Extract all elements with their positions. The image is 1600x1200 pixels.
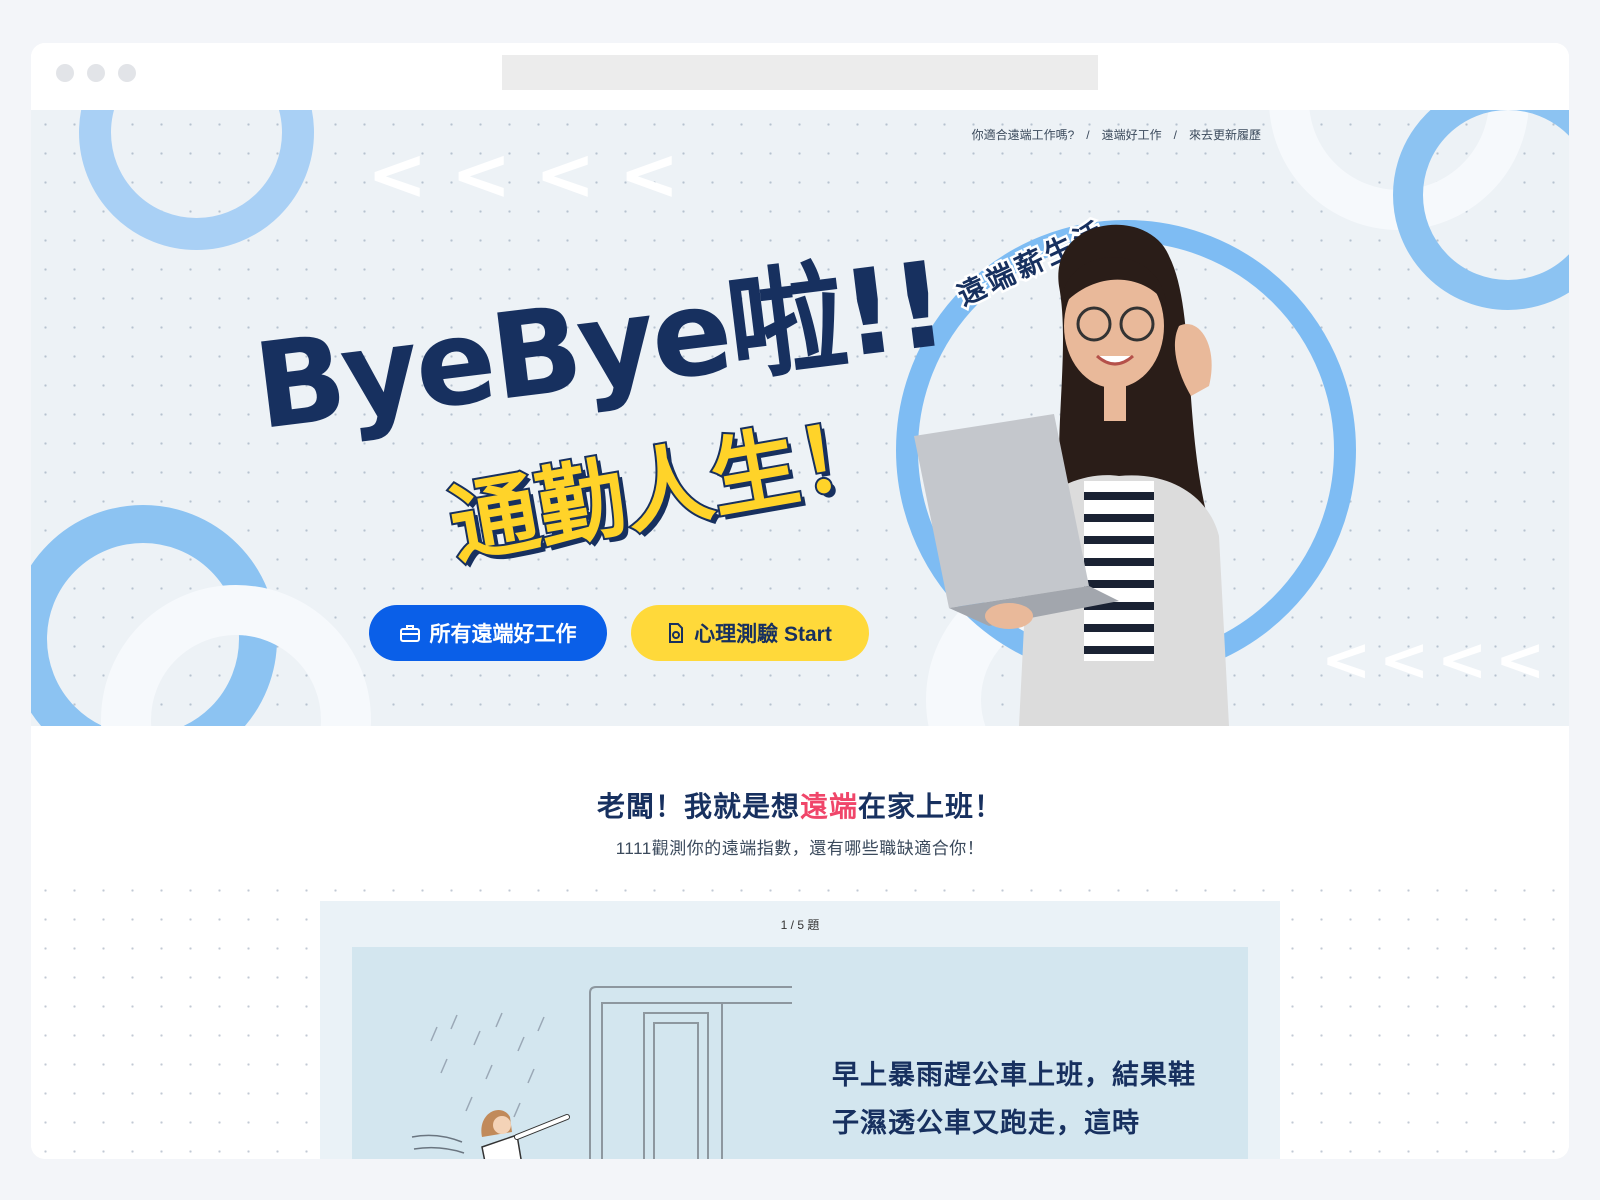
personality-quiz-label: 心理測驗 Start	[694, 623, 832, 646]
hero-woman-illustration	[914, 224, 1229, 726]
decor-ring	[79, 110, 314, 250]
intro-title-part: 在家上班！	[858, 791, 1004, 822]
window-minimize-dot[interactable]	[87, 64, 105, 82]
rain-bus-illustration	[411, 986, 792, 1159]
quiz-panel: 1 / 5 題 早上暴雨趕公車上班，結果鞋子濕透公車又跑走，這時	[320, 901, 1280, 1159]
chevron-left-icon: <	[619, 132, 680, 216]
breadcrumb-separator: /	[1086, 128, 1090, 142]
window-close-dot[interactable]	[56, 64, 74, 82]
briefcase-icon	[399, 625, 420, 642]
intro-title-highlight: 遠端	[799, 791, 858, 822]
all-remote-jobs-label: 所有遠端好工作	[429, 623, 577, 646]
quiz-question-card: 早上暴雨趕公車上班，結果鞋子濕透公車又跑走，這時	[352, 947, 1248, 1159]
chevron-left-icon: <	[1437, 625, 1488, 695]
chevron-left-icon: <	[535, 132, 596, 216]
breadcrumb-link-update-resume[interactable]: 來去更新履歷	[1189, 128, 1261, 142]
browser-window: 你適合遠端工作嗎? / 遠端好工作 / 來去更新履歷 < < < < < < < < B…	[31, 43, 1569, 1159]
breadcrumb-link-remote-jobs[interactable]: 遠端好工作	[1102, 128, 1162, 142]
intro-title-part: 老闆！我就是想	[596, 791, 800, 822]
document-icon	[669, 623, 684, 643]
breadcrumb-separator: /	[1173, 128, 1177, 142]
chevron-left-icon: <	[1495, 625, 1546, 695]
chevron-left-icon: <	[1379, 625, 1430, 695]
decor-ring	[1393, 110, 1569, 310]
quiz-question-counter: 1 / 5 題	[780, 918, 820, 932]
breadcrumb: 你適合遠端工作嗎? / 遠端好工作 / 來去更新履歷	[972, 126, 1261, 143]
intro-title: 老闆！我就是想遠端在家上班！	[31, 785, 1569, 825]
window-maximize-dot[interactable]	[118, 64, 136, 82]
intro-subtitle: 1111觀測你的遠端指數，還有哪些職缺適合你！	[615, 839, 985, 858]
quiz-intro-section: 老闆！我就是想遠端在家上班！ 1111觀測你的遠端指數，還有哪些職缺適合你！ 1…	[31, 726, 1569, 1159]
personality-quiz-start-button[interactable]: 心理測驗 Start	[631, 605, 869, 661]
browser-toolbar	[31, 43, 1569, 110]
address-bar[interactable]	[502, 55, 1098, 90]
all-remote-jobs-button[interactable]: 所有遠端好工作	[369, 605, 607, 661]
chevron-left-icon: <	[367, 132, 428, 216]
quiz-question-text: 早上暴雨趕公車上班，結果鞋子濕透公車又跑走，這時	[832, 1060, 1196, 1138]
breadcrumb-link-suitability[interactable]: 你適合遠端工作嗎?	[972, 128, 1075, 142]
chevron-left-icon: <	[451, 132, 512, 216]
hero-banner: 你適合遠端工作嗎? / 遠端好工作 / 來去更新履歷 < < < < < < < < B…	[31, 110, 1569, 726]
